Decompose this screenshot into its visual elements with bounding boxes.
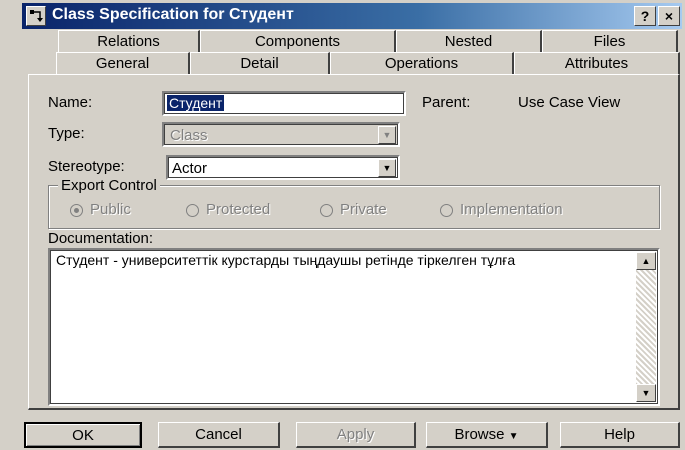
documentation-label: Documentation:: [48, 230, 154, 247]
type-value: Class: [170, 127, 208, 144]
vertical-scrollbar[interactable]: ▲ ▼: [636, 252, 656, 402]
chevron-down-icon[interactable]: ▼: [378, 159, 396, 177]
documentation-textarea[interactable]: Студент - университеттік курстарды тыңда…: [48, 248, 660, 406]
help-label: Help: [604, 426, 635, 443]
tab-detail[interactable]: Detail: [190, 52, 330, 74]
stereotype-label: Stereotype:: [48, 158, 125, 175]
radio-public[interactable]: [70, 204, 83, 217]
browse-button[interactable]: Browse ▼: [426, 422, 548, 448]
tab-label: Files: [593, 33, 626, 50]
parent-value: Use Case View: [518, 94, 621, 111]
name-label: Name:: [48, 94, 93, 111]
title-bar[interactable]: Class Specification for Студент ? ×: [22, 3, 682, 29]
export-control-label: Export Control: [58, 177, 160, 194]
help-button[interactable]: Help: [560, 422, 680, 448]
apply-label: Apply: [336, 426, 375, 443]
radio-protected[interactable]: [186, 204, 199, 217]
tab-operations[interactable]: Operations: [330, 52, 514, 74]
scroll-down-icon[interactable]: ▼: [636, 384, 656, 402]
dialog-window: Class Specification for Студент ? × Rela…: [0, 0, 685, 450]
ok-button[interactable]: OK: [24, 422, 142, 448]
cancel-label: Cancel: [195, 426, 242, 443]
tab-general[interactable]: General: [56, 52, 190, 75]
cancel-button[interactable]: Cancel: [158, 422, 280, 448]
chevron-down-icon[interactable]: ▼: [378, 126, 396, 144]
question-icon: ?: [640, 8, 650, 24]
close-icon: ×: [664, 8, 674, 24]
tab-label: Components: [254, 33, 341, 50]
close-button[interactable]: ×: [658, 6, 680, 26]
radio-implementation-label: Implementation: [460, 201, 563, 218]
tab-label: Detail: [240, 55, 279, 72]
type-label: Type:: [48, 125, 85, 142]
scroll-up-icon[interactable]: ▲: [636, 252, 656, 270]
tab-label: Operations: [384, 55, 459, 72]
radio-public-label: Public: [90, 201, 131, 218]
tab-nested[interactable]: Nested: [396, 30, 542, 52]
window-title: Class Specification for Студент: [52, 6, 294, 23]
tab-components[interactable]: Components: [200, 30, 396, 52]
class-spec-icon: [26, 6, 46, 26]
type-combobox[interactable]: Class ▼: [162, 122, 400, 147]
browse-label: Browse: [454, 426, 505, 443]
apply-button[interactable]: Apply: [296, 422, 416, 448]
chevron-down-icon: ▼: [508, 431, 519, 442]
radio-implementation[interactable]: [440, 204, 453, 217]
name-value: Студент: [167, 95, 225, 111]
tab-label: Attributes: [564, 55, 629, 72]
radio-protected-label: Protected: [206, 201, 271, 218]
tab-files[interactable]: Files: [542, 30, 678, 52]
tab-label: Nested: [444, 33, 493, 50]
radio-private[interactable]: [320, 204, 333, 217]
stereotype-combobox[interactable]: Actor ▼: [166, 155, 400, 180]
tab-relations[interactable]: Relations: [58, 30, 200, 52]
stereotype-value: Actor: [172, 160, 208, 177]
radio-private-label: Private: [340, 201, 387, 218]
name-field[interactable]: Студент: [162, 91, 406, 116]
tab-label: General: [95, 55, 150, 72]
help-title-button[interactable]: ?: [634, 6, 656, 26]
tab-label: Relations: [97, 33, 160, 50]
documentation-text: Студент - университеттік курстарды тыңда…: [56, 252, 516, 268]
ok-label: OK: [72, 427, 94, 444]
tab-attributes[interactable]: Attributes: [514, 52, 680, 74]
parent-label: Parent:: [422, 94, 471, 111]
